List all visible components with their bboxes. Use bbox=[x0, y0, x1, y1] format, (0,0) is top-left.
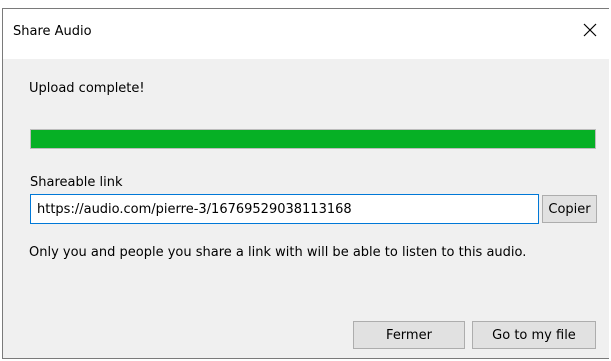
close-icon[interactable] bbox=[579, 19, 601, 41]
share-audio-dialog: Share Audio Upload complete! Shareable l… bbox=[2, 8, 609, 359]
background-window-strip bbox=[0, 0, 611, 8]
dialog-title: Share Audio bbox=[13, 24, 92, 39]
copy-button[interactable]: Copier bbox=[542, 195, 597, 223]
go-to-file-button[interactable]: Go to my file bbox=[472, 321, 596, 349]
shareable-link-input[interactable] bbox=[30, 194, 539, 224]
upload-progress-fill bbox=[31, 130, 595, 148]
privacy-info-text: Only you and people you share a link wit… bbox=[29, 245, 527, 260]
upload-status: Upload complete! bbox=[29, 81, 145, 96]
title-bar: Share Audio bbox=[3, 9, 609, 59]
upload-progress-bar bbox=[30, 129, 596, 149]
close-button[interactable]: Fermer bbox=[353, 321, 465, 349]
shareable-link-label: Shareable link bbox=[30, 175, 123, 190]
